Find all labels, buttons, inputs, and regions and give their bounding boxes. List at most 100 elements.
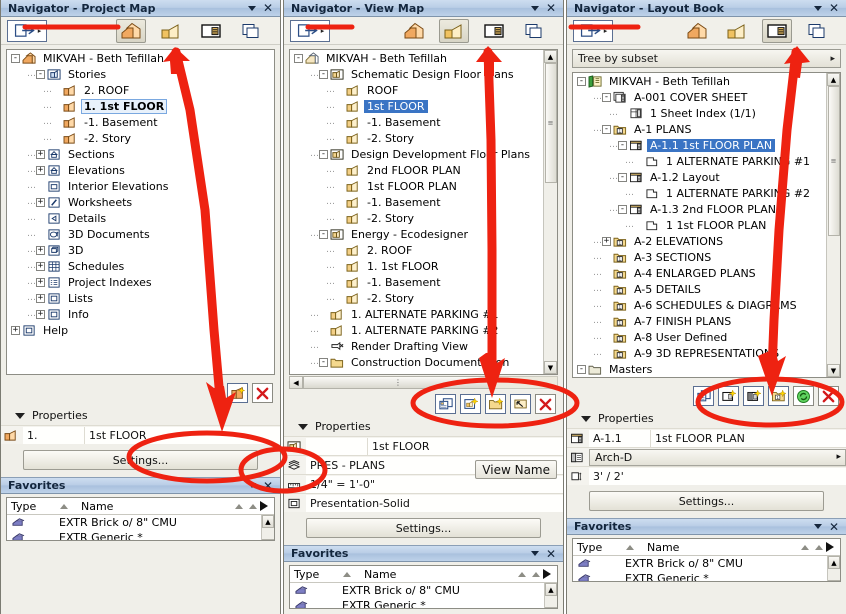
tree-expander[interactable]: - [618, 204, 627, 214]
tree-view-project-map[interactable]: - MIKVAH - Beth Tefillah … - Stories … 2.… [6, 49, 275, 375]
favorites-menu-icon[interactable] [530, 551, 539, 556]
tree-item[interactable]: … -2. Story [290, 290, 557, 306]
tree-expander[interactable]: + [36, 309, 45, 319]
scroll-left-icon[interactable]: ◀ [289, 376, 303, 389]
tree-item[interactable]: - MIKVAH - Beth Tefillah [290, 50, 557, 66]
tree-item[interactable]: … + Sections [7, 146, 274, 162]
properties-header[interactable]: Properties [567, 410, 846, 428]
favorites-scrollbar[interactable]: ▲ ▼ [827, 556, 840, 581]
tree-expander[interactable]: - [618, 172, 627, 182]
sort-asc-icon[interactable] [343, 571, 351, 577]
organizer-button[interactable]: ▸ [290, 19, 330, 42]
tree-view-view-map[interactable]: - MIKVAH - Beth Tefillah … - Schematic De… [289, 49, 558, 375]
tree-item[interactable]: … -1. Basement [7, 114, 274, 130]
tab-publisher-sets[interactable] [236, 19, 266, 43]
scroll-down-icon[interactable]: ▼ [544, 361, 557, 374]
scrollbar-thumb[interactable]: ≡ [544, 63, 557, 183]
property-value-field[interactable]: Presentation-Solid [306, 494, 563, 512]
settings-button[interactable]: Settings... [589, 491, 824, 511]
tree-item[interactable]: … 1 Sheet Index (1/1) [573, 105, 840, 121]
property-combo[interactable]: Arch-D ▸ [589, 448, 846, 466]
tree-item[interactable]: … -1. Basement [290, 274, 557, 290]
tree-expander[interactable]: - [602, 92, 611, 102]
tree-item[interactable]: … -1. Basement [290, 194, 557, 210]
tree-item[interactable]: … 1. 1st FLOOR [7, 98, 274, 114]
property-name-field[interactable]: 1st FLOOR [85, 426, 280, 444]
scrollbar-thumb-h[interactable]: ⋮ [303, 376, 493, 389]
tree-item[interactable]: … Interior Elevations [7, 178, 274, 194]
column-header-name[interactable]: Name [637, 541, 798, 554]
tree-expander[interactable]: + [602, 236, 611, 246]
tree-item[interactable]: … 1 ALTERNATE PARKING #1 [573, 153, 840, 169]
tree-expander[interactable]: + [36, 245, 45, 255]
property-row[interactable]: 3' / 2' [567, 466, 846, 485]
tab-view-map[interactable] [439, 18, 469, 43]
scroll-up-icon[interactable]: ▲ [544, 50, 557, 63]
column-header-type[interactable]: Type [577, 541, 623, 554]
sort-icon-a[interactable] [518, 571, 526, 577]
tree-item[interactable]: … + Project Indexes [7, 274, 274, 290]
tree-expander[interactable]: - [319, 357, 328, 367]
tree-item[interactable]: … 1st FLOOR [290, 98, 557, 114]
tree-item[interactable]: … 1 ALTERNATE PARKING #2 [573, 185, 840, 201]
new-layout-button[interactable] [718, 386, 739, 406]
tree-item[interactable]: … - A-001 COVER SHEET [573, 89, 840, 105]
sort-asc-icon[interactable] [60, 503, 68, 509]
favorites-scrollbar[interactable]: ▲ ▼ [544, 583, 557, 608]
sort-icon-b[interactable] [815, 544, 823, 550]
sort-icon-b[interactable] [532, 571, 540, 577]
tree-item[interactable]: … Details [7, 210, 274, 226]
favorites-close-icon[interactable]: ✕ [263, 480, 273, 492]
close-icon[interactable]: ✕ [263, 2, 273, 14]
tree-expander[interactable]: - [11, 53, 20, 63]
tree-item[interactable]: … 1. 1st FLOOR [290, 258, 557, 274]
tree-expander[interactable]: + [36, 197, 45, 207]
scroll-up-icon[interactable]: ▲ [827, 73, 840, 86]
tree-item[interactable]: … - A-1.1 1st FLOOR PLAN [573, 137, 840, 153]
properties-header[interactable]: Properties [284, 418, 563, 436]
tree-item[interactable]: … 1 A-8 User Defined [573, 329, 840, 345]
properties-header[interactable]: Properties [1, 407, 280, 425]
tab-view-map[interactable] [156, 19, 186, 43]
property-id-field[interactable]: A-1.1 [589, 429, 651, 447]
tab-view-map[interactable] [722, 19, 752, 43]
tree-expander[interactable]: - [319, 149, 328, 159]
tab-publisher-sets[interactable] [802, 19, 832, 43]
tree-item[interactable]: … -1. Basement [290, 114, 557, 130]
tree-item[interactable]: … 3D Documents [7, 226, 274, 242]
property-id-field[interactable]: 1. [23, 426, 85, 444]
tree-vertical-scrollbar[interactable]: ▲ ≡ ▼ [543, 50, 557, 374]
tree-item[interactable]: … 1. ALTERNATE PARKING #2 [290, 322, 557, 338]
new-masterlayout-button[interactable] [743, 386, 764, 406]
tree-item[interactable]: … 1 A-3 SECTIONS [573, 249, 840, 265]
tree-item[interactable]: … 1 A-6 SCHEDULES & DIAGRAMS [573, 297, 840, 313]
tree-item[interactable]: … + Elevations [7, 162, 274, 178]
redefine-view-button[interactable] [510, 394, 531, 414]
tree-item[interactable]: … + Worksheets [7, 194, 274, 210]
tree-item[interactable]: … 2nd FLOOR PLAN [290, 162, 557, 178]
tree-item[interactable]: … 1 A-5 DETAILS [573, 281, 840, 297]
tree-item[interactable]: … ROOF [290, 82, 557, 98]
favorites-row[interactable]: EXTR Generic * [290, 598, 557, 608]
close-icon[interactable]: ✕ [546, 2, 556, 14]
tree-item[interactable]: … - Construction Documentation [290, 354, 557, 370]
new-view-button[interactable] [460, 394, 481, 414]
scroll-up-icon[interactable]: ▲ [828, 556, 840, 569]
tree-item[interactable]: … 2. ROOF [290, 242, 557, 258]
tree-item[interactable]: … - Energy - Ecodesigner [290, 226, 557, 242]
favorites-expand-icon[interactable] [543, 569, 551, 579]
tree-item[interactable]: … 1 1st FLOOR PLAN [573, 217, 840, 233]
tree-expander[interactable]: - [319, 69, 328, 79]
sort-icon-a[interactable] [235, 503, 243, 509]
tab-layout-book[interactable] [762, 18, 792, 43]
organizer-button[interactable]: ▸ [573, 19, 613, 42]
settings-button[interactable]: Settings... [23, 450, 258, 470]
favorites-menu-icon[interactable] [813, 524, 822, 529]
new-subset-button[interactable]: 1 [768, 386, 789, 406]
delete-button[interactable] [252, 383, 273, 403]
tree-item[interactable]: … -2. Story [7, 130, 274, 146]
view-name-button[interactable]: View Name [475, 460, 557, 479]
tree-horizontal-scrollbar[interactable]: ◀ ⋮ [289, 375, 558, 390]
column-header-name[interactable]: Name [71, 500, 232, 513]
property-row[interactable]: 1st FLOOR [284, 436, 563, 455]
